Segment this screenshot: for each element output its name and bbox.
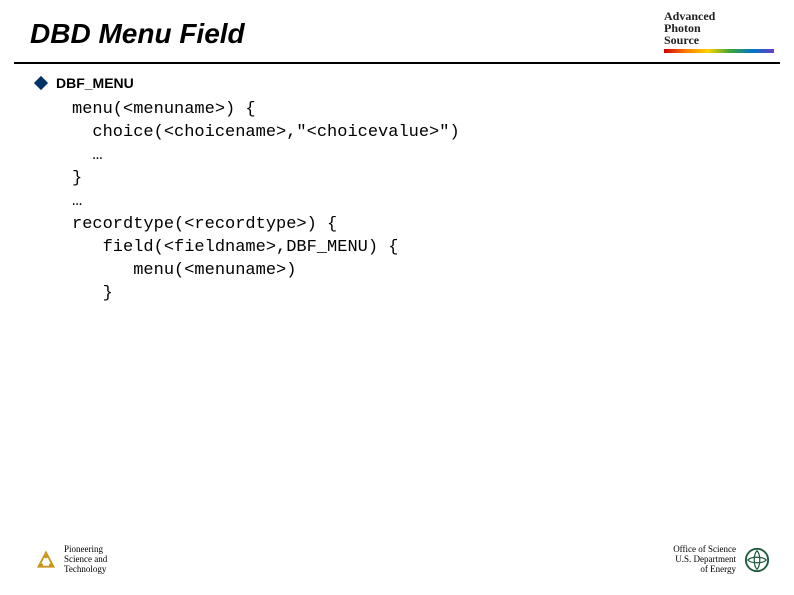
doe-seal-icon: [744, 547, 770, 573]
aps-logo: Advanced Photon Source: [664, 10, 774, 53]
rainbow-stripe-icon: [664, 49, 774, 53]
footer-left-line3: Technology: [64, 565, 107, 575]
code-line: menu(<menuname>) {: [72, 100, 256, 119]
argonne-triangle-icon: [36, 550, 56, 570]
logo-line3: Source: [664, 34, 774, 46]
bullet-label: DBF_MENU: [56, 75, 134, 91]
code-line: choice(<choicename>,"<choicevalue>"): [72, 123, 460, 142]
footer-right: Office of Science U.S. Department of Ene…: [673, 545, 770, 575]
code-line: }: [72, 284, 113, 303]
footer-right-text: Office of Science U.S. Department of Ene…: [673, 545, 736, 575]
code-block: menu(<menuname>) { choice(<choicename>,"…: [72, 99, 764, 305]
bullet-row: DBF_MENU: [34, 75, 764, 91]
code-line: …: [72, 146, 103, 165]
slide-title: DBD Menu Field: [30, 18, 245, 50]
footer-left: Pioneering Science and Technology: [36, 545, 107, 575]
code-line: …: [72, 192, 82, 211]
diamond-bullet-icon: [34, 76, 48, 90]
code-line: menu(<menuname>): [72, 261, 296, 280]
footer-left-text: Pioneering Science and Technology: [64, 545, 107, 575]
content-area: DBF_MENU menu(<menuname>) { choice(<choi…: [34, 75, 764, 305]
code-line: }: [72, 169, 82, 188]
code-line: field(<fieldname>,DBF_MENU) {: [72, 238, 398, 257]
code-line: recordtype(<recordtype>) {: [72, 215, 337, 234]
title-rule: [14, 62, 780, 64]
footer-right-line3: of Energy: [673, 565, 736, 575]
